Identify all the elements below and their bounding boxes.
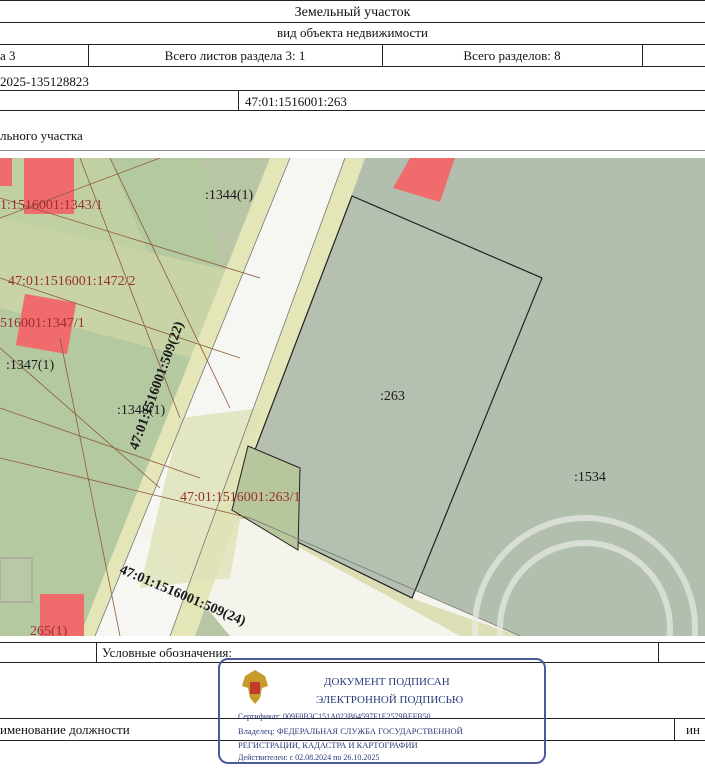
signature-line1: ДОКУМЕНТ ПОДПИСАН [324,676,450,688]
map-label: 1:1516001:1343/1 [0,198,103,213]
map-label: :1347(1) [6,358,55,373]
position-label: именование должности [0,722,130,737]
signature-line2: ЭЛЕКТРОННОЙ ПОДПИСЬЮ [316,694,464,706]
signature-certificate: Сертификат: 009F0B3C151A023B64597F1E2579… [238,712,431,721]
section-number: а 3 [0,48,16,63]
map-label: :1534 [574,470,606,485]
map-label: :263 [380,389,405,404]
map-label: :1344(1) [205,188,254,203]
map-label: 47:01:1516001:263/1 [180,490,301,505]
map-label: 47:01:1516001:1472/2 [8,274,136,289]
cadastral-plan-map: 1:1516001:1343/1 47:01:1516001:1472/2 51… [0,158,705,636]
cadastral-number: 47:01:1516001:263 [245,94,347,109]
signature-validity: Действителен: с 02.08.2024 по 26.10.2025 [238,753,380,762]
signature-owner-line1: Владелец: ФЕДЕРАЛЬНАЯ СЛУЖБА ГОСУДАРСТВЕ… [238,726,463,736]
object-type-subtitle: вид объекта недвижимости [277,25,428,40]
signature-owner-line2: РЕГИСТРАЦИИ, КАДАСТРА И КАРТОГРАФИИ [238,740,418,750]
sheets-count: Всего листов раздела 3: 1 [164,48,306,63]
right-cell-label: ин [686,722,700,737]
legend-title: Условные обозначения: [102,645,233,660]
map-label: 265(1) [30,624,68,636]
map-label: 516001:1347/1 [0,316,85,331]
map-drawing [0,158,705,636]
document-title: Земельный участок [294,5,411,20]
record-number: 2025-135128823 [0,74,89,89]
sections-total: Всего разделов: 8 [463,48,561,63]
electronic-signature-stamp: ДОКУМЕНТ ПОДПИСАН ЭЛЕКТРОННОЙ ПОДПИСЬЮ С… [218,658,546,764]
plan-title: льного участка [0,128,83,143]
coat-of-arms-icon [242,670,268,704]
